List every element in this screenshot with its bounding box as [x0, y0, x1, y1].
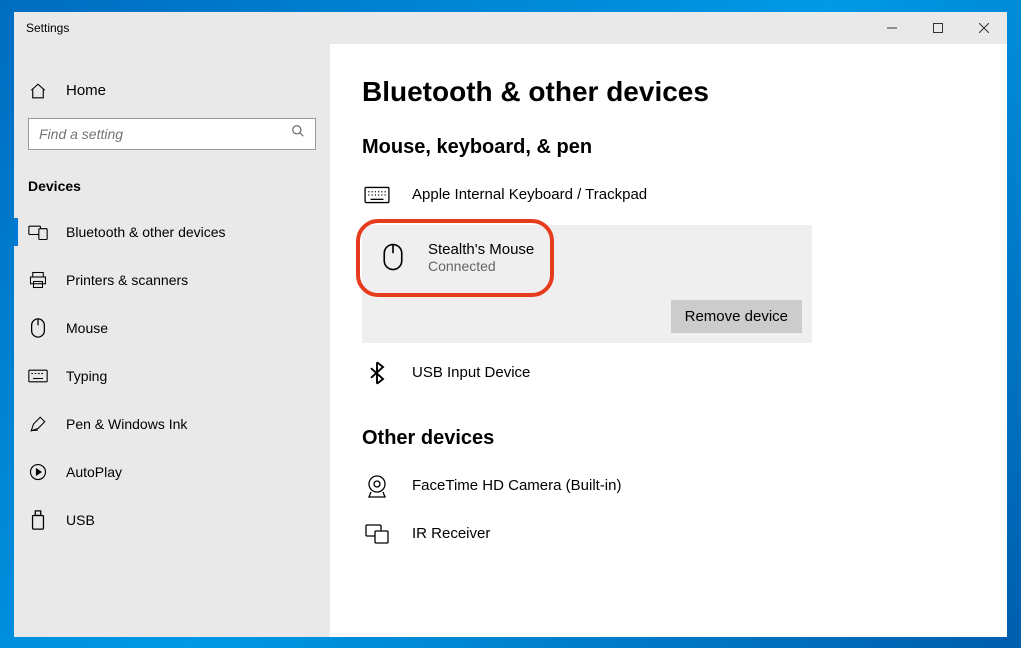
device-row-usb-input[interactable]: USB Input Device [362, 349, 1007, 397]
close-button[interactable] [961, 12, 1007, 44]
devices-icon [28, 223, 48, 241]
keyboard-icon [362, 186, 392, 204]
device-row-stealth-mouse[interactable]: Stealth's Mouse Connected [378, 237, 802, 294]
home-icon [28, 82, 48, 100]
device-row-apple-keyboard[interactable]: Apple Internal Keyboard / Trackpad [362, 171, 1007, 219]
sidebar-item-mouse[interactable]: Mouse [14, 304, 330, 352]
maximize-icon [933, 23, 943, 33]
device-name: FaceTime HD Camera (Built-in) [412, 477, 621, 494]
mouse-icon [28, 318, 48, 338]
close-icon [979, 23, 989, 33]
device-name: USB Input Device [412, 364, 530, 381]
mouse-icon [378, 243, 408, 271]
device-text: Stealth's Mouse Connected [428, 241, 534, 274]
search-input[interactable] [39, 126, 291, 142]
remove-device-button[interactable]: Remove device [671, 300, 802, 333]
group-title-other: Other devices [362, 427, 1007, 450]
home-label: Home [66, 82, 106, 99]
bluetooth-icon [362, 361, 392, 385]
keyboard-icon [28, 369, 48, 383]
device-row-ir-receiver[interactable]: IR Receiver [362, 510, 1007, 558]
main-pane: Bluetooth & other devices Mouse, keyboar… [330, 44, 1007, 637]
autoplay-icon [28, 463, 48, 481]
sidebar-item-label: Pen & Windows Ink [66, 416, 187, 432]
sidebar-item-label: USB [66, 512, 95, 528]
group-title-mouse-keyboard: Mouse, keyboard, & pen [362, 136, 1007, 159]
device-name: Stealth's Mouse [428, 241, 534, 258]
generic-device-icon [362, 523, 392, 545]
search-box[interactable] [28, 118, 316, 150]
camera-icon [362, 473, 392, 499]
device-status: Connected [428, 258, 534, 274]
device-name: Apple Internal Keyboard / Trackpad [412, 186, 647, 203]
pen-icon [28, 415, 48, 433]
sidebar-item-label: AutoPlay [66, 464, 122, 480]
window-controls [869, 12, 1007, 44]
window-title: Settings [26, 21, 69, 35]
device-text: FaceTime HD Camera (Built-in) [412, 477, 621, 494]
sidebar-section-label: Devices [14, 168, 330, 208]
usb-icon [28, 510, 48, 530]
sidebar: Home Devices Bluetooth & other devices [14, 44, 330, 637]
content: Home Devices Bluetooth & other devices [14, 44, 1007, 637]
printer-icon [28, 271, 48, 289]
settings-window: Settings Home [14, 12, 1007, 637]
device-selected-panel: Stealth's Mouse Connected Remove device [362, 225, 812, 343]
device-name: IR Receiver [412, 525, 490, 542]
device-text: Apple Internal Keyboard / Trackpad [412, 186, 647, 203]
sidebar-item-autoplay[interactable]: AutoPlay [14, 448, 330, 496]
sidebar-item-pen[interactable]: Pen & Windows Ink [14, 400, 330, 448]
home-link[interactable]: Home [14, 72, 330, 110]
minimize-icon [887, 23, 897, 33]
sidebar-item-printers[interactable]: Printers & scanners [14, 256, 330, 304]
sidebar-item-label: Printers & scanners [66, 272, 188, 288]
sidebar-item-label: Mouse [66, 320, 108, 336]
search-icon [291, 124, 305, 143]
sidebar-item-usb[interactable]: USB [14, 496, 330, 544]
sidebar-item-label: Bluetooth & other devices [66, 224, 226, 240]
sidebar-item-bluetooth[interactable]: Bluetooth & other devices [14, 208, 330, 256]
sidebar-item-typing[interactable]: Typing [14, 352, 330, 400]
device-text: IR Receiver [412, 525, 490, 542]
device-text: USB Input Device [412, 364, 530, 381]
sidebar-item-label: Typing [66, 368, 107, 384]
maximize-button[interactable] [915, 12, 961, 44]
device-row-facetime-camera[interactable]: FaceTime HD Camera (Built-in) [362, 462, 1007, 510]
titlebar: Settings [14, 12, 1007, 44]
page-title: Bluetooth & other devices [362, 76, 1007, 108]
minimize-button[interactable] [869, 12, 915, 44]
search-wrap [14, 110, 330, 168]
nav-list: Bluetooth & other devices Printers & sca… [14, 208, 330, 544]
